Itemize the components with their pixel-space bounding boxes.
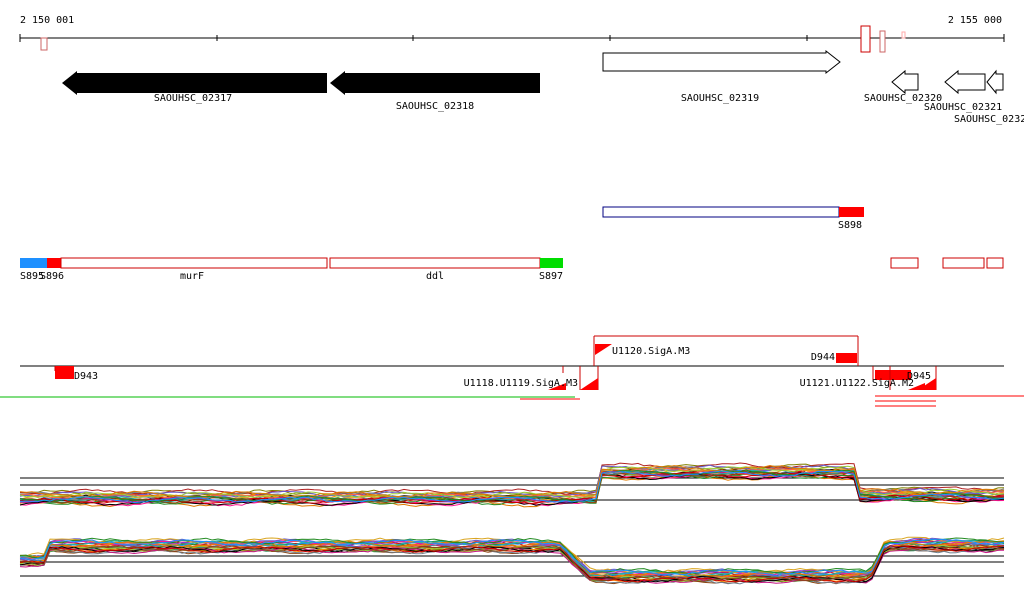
- segment-s897-block[interactable]: [540, 258, 563, 268]
- segment-label-murf: murF: [180, 271, 204, 282]
- segment-s896-block[interactable]: [47, 258, 61, 268]
- expression-profile-line: [19, 547, 1005, 585]
- gene-arrow-02318[interactable]: [330, 71, 540, 95]
- gene-track: SAOUHSC_02317 SAOUHSC_02318 SAOUHSC_0231…: [62, 49, 1024, 125]
- segment-box-right-1[interactable]: [890, 257, 919, 269]
- ruler-feature-left: [40, 37, 48, 51]
- segment-ddl-box[interactable]: [329, 257, 541, 269]
- ruler-feature-right: [860, 25, 871, 53]
- gene-label: SAOUHSC_02322: [954, 114, 1024, 125]
- gene-label: SAOUHSC_02318: [396, 101, 474, 112]
- transcript-d943[interactable]: [55, 366, 74, 379]
- gene-arrow-02322[interactable]: [986, 69, 1004, 95]
- gene-arrow-02317[interactable]: [62, 71, 327, 95]
- gene-arrow-02321[interactable]: [944, 69, 986, 95]
- genome-browser-view: 2 150 001 2 155 000 SAOUHSC_02317 SAOUHS…: [0, 0, 1024, 611]
- promoter-flag-u1119[interactable]: [580, 378, 598, 390]
- coordinate-ruler: 2 150 001 2 155 000: [19, 15, 1005, 53]
- segment-box-navy[interactable]: [602, 206, 840, 218]
- segment-label-s897: S897: [539, 271, 563, 282]
- transcript-label-d944: D944: [811, 352, 835, 363]
- transcript-track: U1120.SigA.M3 D943 D944 U1118.U1119.SigA…: [0, 335, 1024, 407]
- transcript-label-d943: D943: [74, 371, 98, 382]
- transcript-label-u1118: U1118.U1119.SigA.M3: [464, 378, 578, 389]
- expression-profile-line: [19, 546, 1005, 585]
- transcript-label-u1120: U1120.SigA.M3: [612, 346, 690, 357]
- segment-box-right-2[interactable]: [942, 257, 985, 269]
- segment-s895-block[interactable]: [20, 258, 47, 268]
- gene-label: SAOUHSC_02321: [924, 102, 1002, 113]
- expression-panel-lower: [19, 536, 1005, 585]
- segment-label-s896: S896: [40, 271, 64, 282]
- promoter-flag-u1120[interactable]: [595, 344, 612, 355]
- genome-track-svg: 2 150 001 2 155 000 SAOUHSC_02317 SAOUHS…: [0, 15, 1024, 585]
- gene-label: SAOUHSC_02319: [681, 93, 759, 104]
- gene-arrow-02319[interactable]: [602, 49, 841, 75]
- segment-s898-block[interactable]: [839, 207, 864, 217]
- gene-arrow-02320[interactable]: [891, 69, 919, 95]
- ruler-feature-right-3: [901, 31, 906, 39]
- segment-label-s898: S898: [838, 220, 862, 231]
- gene-label: SAOUHSC_02317: [154, 93, 232, 104]
- expression-panel-upper: [19, 462, 1005, 508]
- ruler-start-label: 2 150 001: [20, 15, 74, 26]
- segment-track: S898 S895 S896 S897 murF ddl: [20, 206, 1004, 282]
- segment-label-ddl: ddl: [426, 271, 444, 282]
- segment-box-right-3[interactable]: [986, 257, 1004, 269]
- transcript-label-u1121: U1121.U1122.SigA.M2: [800, 378, 914, 389]
- transcript-d944[interactable]: [836, 353, 857, 363]
- ruler-feature-right-2: [879, 30, 886, 53]
- segment-murf-box[interactable]: [60, 257, 328, 269]
- ruler-end-label: 2 155 000: [948, 15, 1002, 26]
